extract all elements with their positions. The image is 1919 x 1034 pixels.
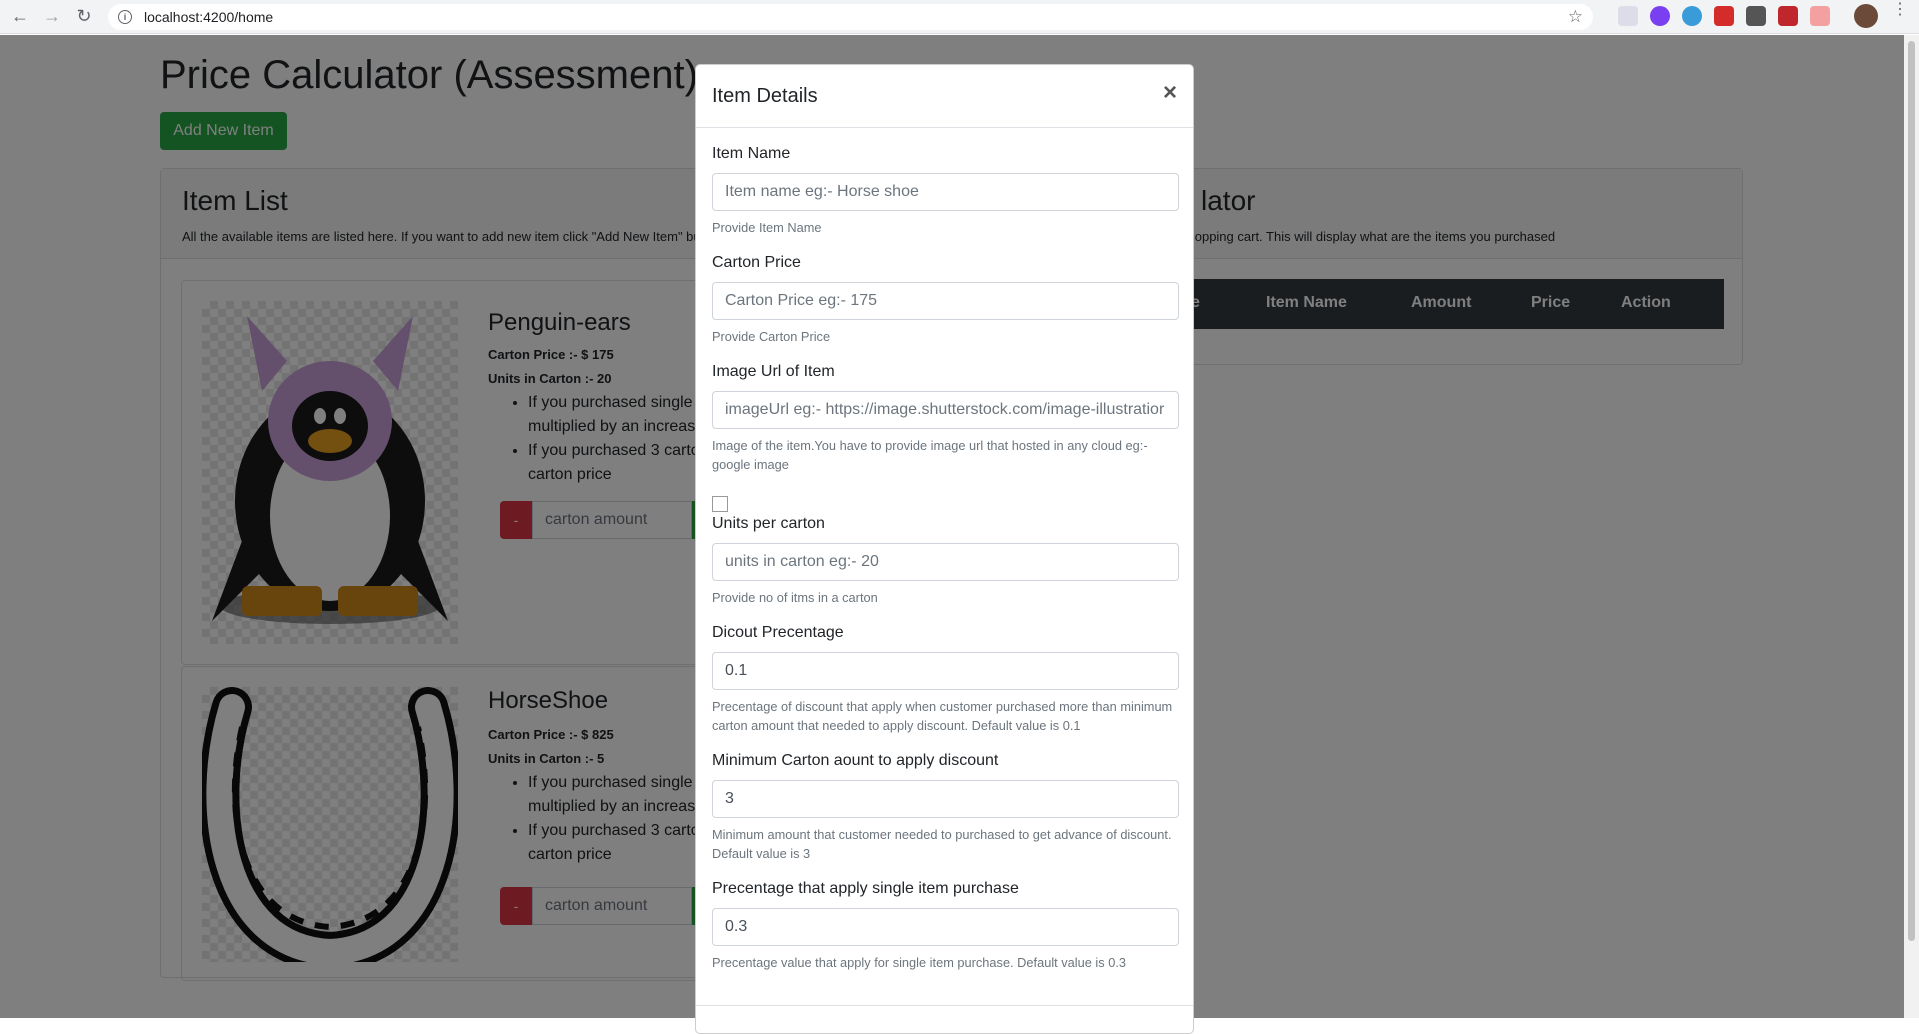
profile-avatar[interactable] [1854,4,1878,28]
field-label: Item Name [712,145,791,162]
browser-toolbar: ← → ↻ i localhost:4200/home ☆ ⋮ [0,0,1919,34]
item-details-modal: Item Details × Item Name Item name eg:- … [695,64,1194,1034]
image-url-input[interactable]: imageUrl eg:- https://image.shutterstock… [712,391,1179,429]
units-field: Units per carton units in carton eg:- 20… [712,515,1179,607]
scrollbar-thumb[interactable] [1908,41,1915,941]
image-preview [712,496,728,512]
discount-field: Dicout Precentage 0.1 Precentage of disc… [712,624,1179,735]
field-help: Provide Item Name [712,220,822,235]
field-label: Dicout Precentage [712,624,844,641]
extension-icon[interactable] [1810,6,1830,26]
image-url-field: Image Url of Item imageUrl eg:- https://… [712,363,1179,474]
close-icon[interactable]: × [1163,79,1177,107]
units-input[interactable]: units in carton eg:- 20 [712,543,1179,581]
modal-title: Item Details [712,85,818,107]
extension-icon[interactable] [1650,6,1670,26]
item-name-field: Item Name Item name eg:- Horse shoe Prov… [712,145,1179,237]
url-text: localhost:4200/home [144,9,274,25]
scrollbar[interactable] [1904,35,1919,1018]
field-label: Units per carton [712,515,825,532]
address-bar[interactable]: i localhost:4200/home ☆ [108,4,1593,30]
field-help: Precentage of discount that apply when c… [712,699,1173,733]
extension-icon[interactable] [1714,6,1734,26]
field-label: Minimum Carton aount to apply discount [712,752,999,769]
single-percentage-field: Precentage that apply single item purcha… [712,880,1179,972]
extension-icon[interactable] [1618,6,1638,26]
forward-icon[interactable]: → [40,5,64,29]
back-icon[interactable]: ← [8,5,32,29]
min-carton-field: Minimum Carton aount to apply discount 3… [712,752,1179,863]
extension-icon[interactable] [1682,6,1702,26]
bookmark-star-icon[interactable]: ☆ [1568,7,1583,27]
info-icon[interactable]: i [118,10,132,24]
field-help: Precentage value that apply for single i… [712,955,1127,970]
reload-icon[interactable]: ↻ [72,5,96,29]
extension-icon[interactable] [1746,6,1766,26]
field-label: Carton Price [712,254,801,271]
extension-icon[interactable] [1778,6,1798,26]
modal-footer-divider [696,1005,1193,1006]
field-help: Image of the item.You have to provide im… [712,438,1148,472]
carton-price-input[interactable]: Carton Price eg:- 175 [712,282,1179,320]
min-carton-input[interactable]: 3 [712,780,1179,818]
field-label: Image Url of Item [712,363,835,380]
field-help: Provide Carton Price [712,329,831,344]
discount-input[interactable]: 0.1 [712,652,1179,690]
carton-price-field: Carton Price Carton Price eg:- 175 Provi… [712,254,1179,346]
single-percentage-input[interactable]: 0.3 [712,908,1179,946]
field-help: Provide no of itms in a carton [712,590,878,605]
modal-header: Item Details × [696,65,1193,128]
field-help: Minimum amount that customer needed to p… [712,827,1172,861]
menu-icon[interactable]: ⋮ [1892,2,1908,18]
item-name-input[interactable]: Item name eg:- Horse shoe [712,173,1179,211]
field-label: Precentage that apply single item purcha… [712,880,1019,897]
